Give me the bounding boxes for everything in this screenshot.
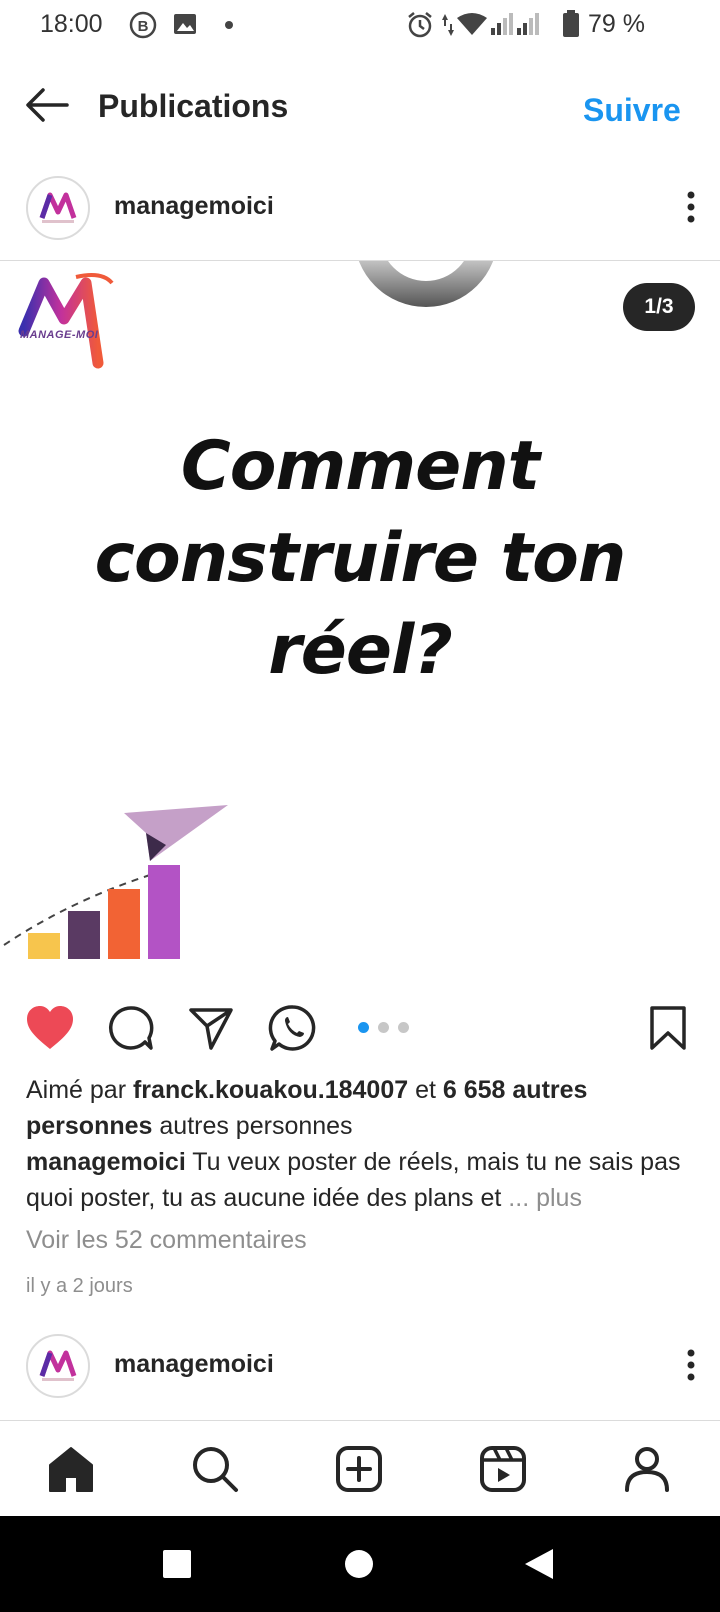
page-header: Publications Suivre: [0, 70, 720, 144]
battery-percent: 79 %: [588, 10, 645, 38]
headline-line: réel?: [268, 611, 453, 690]
post-caption: managemoici Tu veux poster de réels, mai…: [26, 1144, 706, 1216]
square-icon: [163, 1549, 191, 1578]
reels-icon: [480, 1445, 526, 1492]
carousel-dot: [358, 1022, 369, 1033]
whatsapp-icon: [268, 1004, 316, 1051]
growth-illustration: [3, 805, 228, 959]
back-button[interactable]: [20, 84, 74, 128]
manage-moi-logo-icon: [39, 1350, 77, 1381]
home-icon: [49, 1446, 93, 1492]
gallery-icon: [174, 14, 196, 34]
likes-prefix: Aimé par: [26, 1076, 133, 1104]
paper-plane-send-icon: [189, 1008, 233, 1050]
bar-4: [148, 865, 180, 959]
carousel-dot: [378, 1022, 389, 1033]
alarm-icon: [408, 12, 432, 38]
whatsapp-share-button[interactable]: [266, 1002, 320, 1056]
signal-icon: [517, 13, 539, 35]
paper-plane-icon: [124, 805, 228, 861]
home-system-button[interactable]: [342, 1548, 376, 1582]
liker-username[interactable]: franck.kouakou.184007: [133, 1076, 408, 1104]
nav-create-button[interactable]: [332, 1443, 386, 1497]
comment-button[interactable]: [106, 1004, 156, 1054]
profile-icon: [625, 1446, 669, 1492]
post-image[interactable]: MANAGE-MOI Comment construire ton réel?: [0, 261, 720, 981]
decorative-ring: [358, 261, 494, 307]
svg-text:B: B: [138, 18, 149, 35]
carousel-dot: [398, 1022, 409, 1033]
next-post-username[interactable]: managemoici: [114, 1350, 274, 1379]
like-button[interactable]: [24, 1004, 76, 1054]
signal-icon: [491, 13, 513, 35]
dot-icon: [225, 21, 233, 29]
manage-moi-logo-icon: [39, 192, 77, 223]
likes-text: Aimé par franck.kouakou.184007 et 6 658 …: [26, 1072, 706, 1144]
comment-bubble-icon: [108, 1006, 154, 1050]
nav-reels-button[interactable]: [476, 1443, 530, 1497]
avatar[interactable]: [26, 1334, 90, 1398]
bar-2: [68, 911, 100, 959]
bar-3: [108, 889, 140, 959]
more-vertical-icon: [687, 1349, 695, 1380]
headline-line: construire ton: [94, 519, 627, 598]
search-icon: [193, 1446, 238, 1492]
status-bar: 18:00 B 79 %: [0, 0, 720, 52]
back-arrow-icon: [26, 87, 69, 122]
likes-suffix: autres personnes: [152, 1112, 353, 1140]
recent-apps-button[interactable]: [160, 1548, 194, 1582]
view-comments-link[interactable]: Voir les 52 commentaires: [26, 1222, 706, 1258]
nav-profile-button[interactable]: [620, 1443, 674, 1497]
bottom-navigation: [0, 1420, 720, 1516]
triangle-back-icon: [525, 1548, 553, 1579]
carousel-counter: 1/3: [623, 283, 695, 331]
b-circle-icon: B: [129, 11, 157, 39]
nav-home-button[interactable]: [44, 1443, 98, 1497]
save-button[interactable]: [648, 1004, 688, 1054]
create-icon: [336, 1445, 382, 1492]
follow-button[interactable]: Suivre: [583, 92, 681, 129]
post-timestamp: il y a 2 jours: [26, 1275, 133, 1297]
post-username[interactable]: managemoici: [114, 192, 274, 221]
page-title: Publications: [98, 88, 289, 124]
share-button[interactable]: [186, 1004, 236, 1054]
nav-search-button[interactable]: [188, 1443, 242, 1497]
likes-middle: et: [408, 1076, 443, 1104]
brand-logo-icon: [18, 273, 114, 369]
avatar[interactable]: [26, 176, 90, 240]
circle-icon: [345, 1549, 373, 1578]
brand-logo-text: MANAGE-MOI: [20, 329, 99, 341]
bookmark-icon: [650, 1005, 686, 1050]
status-time: 18:00: [40, 10, 103, 38]
caption-username[interactable]: managemoici: [26, 1148, 186, 1176]
post-headline: Comment construire ton réel?: [0, 421, 720, 697]
more-options-button[interactable]: [676, 1344, 706, 1388]
battery-icon: [563, 10, 579, 37]
wifi-icon: [457, 13, 487, 35]
data-arrows-icon: [442, 14, 454, 36]
heart-icon: [27, 1005, 73, 1049]
bar-1: [28, 933, 60, 959]
system-navigation-bar: [0, 1516, 720, 1612]
more-options-button[interactable]: [676, 186, 706, 230]
headline-line: Comment: [180, 427, 540, 506]
caption-more-link[interactable]: ... plus: [508, 1184, 582, 1212]
more-vertical-icon: [687, 191, 695, 222]
system-back-button[interactable]: [520, 1546, 558, 1584]
